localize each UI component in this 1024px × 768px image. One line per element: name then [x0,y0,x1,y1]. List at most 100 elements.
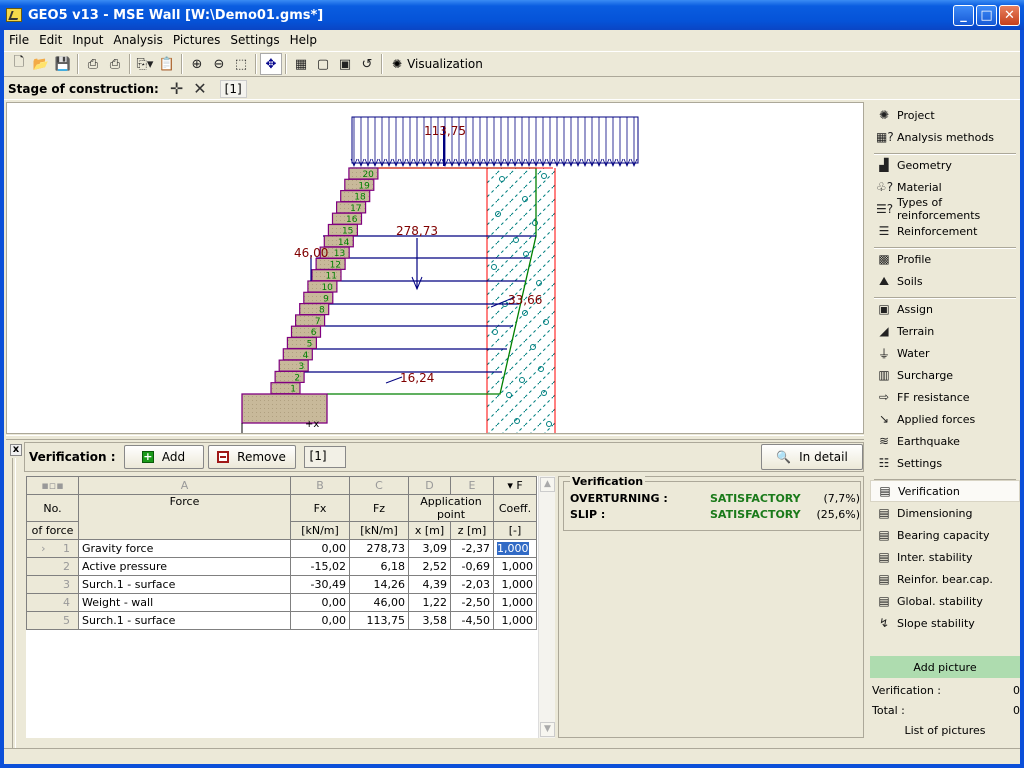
minimize-button[interactable]: _ [953,5,974,26]
remove-stage-icon[interactable]: ✕ [193,79,206,98]
fx-cell[interactable]: 0,00 [290,593,350,612]
column-letter-f[interactable]: ▾ F [493,476,537,495]
add-picture-button[interactable]: Add picture [870,656,1020,678]
fit-all-icon[interactable]: ▣ [334,53,356,75]
fx-cell[interactable]: 0,00 [290,539,350,558]
copy-dropdown-icon[interactable]: ⎘▾ [134,53,156,75]
remove-button[interactable]: Remove [207,445,296,469]
sidebar-item-geometry[interactable]: ▟ Geometry [870,154,1020,176]
fz-cell[interactable]: 113,75 [349,611,409,630]
move-icon[interactable]: ✥ [260,53,282,75]
menu-analysis[interactable]: Analysis [108,33,167,47]
sidebar-item-project[interactable]: ✺ Project [870,104,1020,126]
z-cell[interactable]: -0,69 [450,557,494,576]
coeff-cell[interactable]: 1,000 [493,593,537,612]
column-letter-b[interactable]: B [290,476,350,495]
sidebar-item-reinforcement[interactable]: ☰ Reinforcement [870,220,1020,242]
table-row[interactable]: 4 Weight - wall 0,00 46,00 1,22 -2,50 1,000 [26,593,537,612]
fz-cell[interactable]: 46,00 [349,593,409,612]
coeff-cell[interactable]: 1,000 [493,575,537,594]
sidebar-item-bearing-capacity[interactable]: ▤ Bearing capacity [870,524,1020,546]
menu-settings[interactable]: Settings [225,33,284,47]
table-row[interactable]: › 1 Gravity force 0,00 278,73 3,09 -2,37 1,000 [26,539,537,558]
table-row[interactable]: 2 Active pressure -15,02 6,18 2,52 -0,69 1,000 [26,557,537,576]
row-number[interactable]: 2 [26,557,79,576]
z-cell[interactable]: -2,03 [450,575,494,594]
menu-input[interactable]: Input [67,33,108,47]
z-cell[interactable]: -2,37 [450,539,494,558]
paste-icon[interactable]: 📋 [156,53,178,75]
x-cell[interactable]: 1,22 [408,593,451,612]
column-letter-c[interactable]: C [349,476,409,495]
grid-corner[interactable]: ▪▫▪ [26,476,79,495]
add-button[interactable]: + Add [123,445,204,469]
x-cell[interactable]: 2,52 [408,557,451,576]
sidebar-item-reinfor-bear-cap[interactable]: ▤ Reinfor. bear.cap. [870,568,1020,590]
stage-field[interactable]: [1] [303,446,346,468]
list-of-pictures-button[interactable]: List of pictures [870,724,1020,737]
table-row[interactable]: 3 Surch.1 - surface -30,49 14,26 4,39 -2,03 1,… [26,575,537,594]
sidebar-item-material[interactable]: ♧? Material [870,176,1020,198]
z-cell[interactable]: -2,50 [450,593,494,612]
menu-edit[interactable]: Edit [34,33,67,47]
fit-selection-icon[interactable]: ▢ [312,53,334,75]
x-cell[interactable]: 3,58 [408,611,451,630]
fx-cell[interactable]: 0,00 [290,611,350,630]
force-cell[interactable]: Surch.1 - surface [78,611,291,630]
column-letter-e[interactable]: E [450,476,494,495]
sidebar-item-slope-stability[interactable]: ↯ Slope stability [870,612,1020,634]
drawing-canvas[interactable]: 1 2 3 4 5 6 7 8 9 10 11 12 13 14 15 16 17 18 19 20 +x 113,75 2… [6,102,864,434]
force-cell[interactable]: Gravity force [78,539,291,558]
sidebar-item-ff-resistance[interactable]: ⇨ FF resistance [870,386,1020,408]
z-cell[interactable]: -4,50 [450,611,494,630]
zoom-out-icon[interactable]: ⊖ [208,53,230,75]
row-number[interactable]: 4 [26,593,79,612]
sidebar-item-applied-forces[interactable]: ↘ Applied forces [870,408,1020,430]
sidebar-item-surcharge[interactable]: ▥ Surcharge [870,364,1020,386]
fit-view-icon[interactable]: ▦ [290,53,312,75]
maximize-button[interactable]: □ [976,5,997,26]
x-cell[interactable]: 4,39 [408,575,451,594]
coeff-cell[interactable]: 1,000 [493,539,537,558]
zoom-window-icon[interactable]: ⬚ [230,53,252,75]
sidebar-item-terrain[interactable]: ◢ Terrain [870,320,1020,342]
sidebar-item-assign[interactable]: ▣ Assign [870,298,1020,320]
sidebar-item-earthquake[interactable]: ≋ Earthquake [870,430,1020,452]
print-icon[interactable]: ⎙ [82,53,104,75]
fz-cell[interactable]: 6,18 [349,557,409,576]
coeff-cell[interactable]: 1,000 [493,557,537,576]
selected-value[interactable]: 1,000 [497,542,529,555]
column-letter-a[interactable]: A [78,476,291,495]
force-cell[interactable]: Surch.1 - surface [78,575,291,594]
scroll-down-button[interactable]: ▼ [540,722,555,737]
close-panel-button[interactable]: x [10,444,22,456]
sidebar-item-settings[interactable]: ☷ Settings [870,452,1020,474]
print-preview-icon[interactable]: ⎙ [104,53,126,75]
sidebar-item-types-of-reinforcements[interactable]: ☰? Types of reinforcements [870,196,1020,222]
scroll-up-button[interactable]: ▲ [540,477,555,492]
sidebar-item-analysis-methods[interactable]: ▦? Analysis methods [870,126,1020,148]
fz-cell[interactable]: 278,73 [349,539,409,558]
close-button[interactable]: ✕ [999,5,1020,26]
sidebar-item-soils[interactable]: ⛰ Soils [870,270,1020,292]
visualization-button[interactable]: ✺ Visualization [386,53,489,75]
zoom-in-icon[interactable]: ⊕ [186,53,208,75]
add-stage-icon[interactable]: ✛ [170,79,183,98]
sidebar-item-water[interactable]: ⏚ Water [870,342,1020,364]
table-row[interactable]: 5 Surch.1 - surface 0,00 113,75 3,58 -4,50 1,0… [26,611,537,630]
fz-cell[interactable]: 14,26 [349,575,409,594]
row-number[interactable]: › 1 [26,539,79,558]
row-number[interactable]: 5 [26,611,79,630]
column-letter-d[interactable]: D [408,476,451,495]
fx-cell[interactable]: -30,49 [290,575,350,594]
row-number[interactable]: 3 [26,575,79,594]
force-cell[interactable]: Active pressure [78,557,291,576]
rotate-view-icon[interactable]: ↺ [356,53,378,75]
x-cell[interactable]: 3,09 [408,539,451,558]
force-cell[interactable]: Weight - wall [78,593,291,612]
menu-help[interactable]: Help [285,33,322,47]
open-folder-icon[interactable]: 📂 [30,53,52,75]
new-file-icon[interactable]: 🗋 [8,53,30,75]
sidebar-item-dimensioning[interactable]: ▤ Dimensioning [870,502,1020,524]
table-scrollbar[interactable]: ▲ ▼ [538,476,555,738]
